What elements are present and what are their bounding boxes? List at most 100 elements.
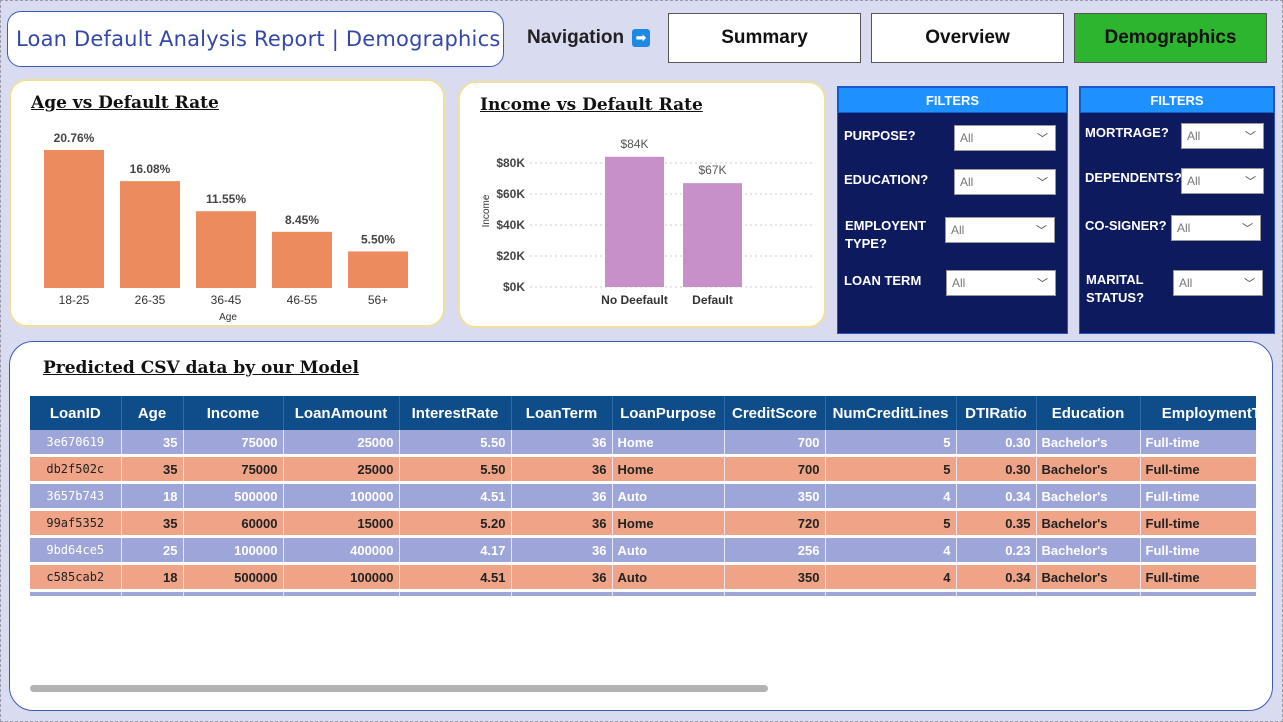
table-cell: 5.20 (399, 511, 512, 535)
table-row[interactable]: c585cab2 18 500000 100000 4.51 36 Auto 350 4 0.34… (30, 565, 1256, 589)
filters-panel-right: FILTERS MORTRAGE? All ﹀ DEPENDENTS? All ﹀ … (1079, 86, 1275, 334)
table-cell: 700 (724, 457, 826, 481)
table-row[interactable]: 99af5352 35 60000 15000 5.20 36 Home 720 5 0.35 Ba… (30, 511, 1256, 535)
age-bar-data-label: 11.55% (206, 192, 246, 206)
income-y-tick-label: $0K (503, 280, 525, 294)
age-bar-36-45 (196, 211, 256, 288)
demographics-nav-button[interactable]: Demographics (1074, 13, 1267, 63)
table-cell: 720 (724, 511, 826, 535)
mortgage-dropdown[interactable]: All ﹀ (1181, 123, 1264, 149)
predicted-data-table: LoanID Age Income LoanAmount InterestRate Loa… (30, 396, 1256, 596)
summary-nav-button[interactable]: Summary (668, 13, 861, 63)
table-cell: 5 (825, 430, 957, 454)
chevron-down-icon: ﹀ (1245, 176, 1256, 188)
chevron-down-icon: ﹀ (1037, 133, 1048, 145)
table-cell: 18 (121, 592, 184, 596)
chevron-down-icon: ﹀ (1036, 225, 1047, 237)
column-header[interactable]: Education (1036, 396, 1141, 430)
employment-type-dropdown[interactable]: All ﹀ (945, 217, 1055, 243)
table-viewport[interactable]: LoanID Age Income LoanAmount InterestRate Loa… (30, 396, 1256, 596)
chevron-down-icon: ﹀ (1037, 278, 1048, 290)
filter-label-mortgage: MORTRAGE? (1085, 125, 1169, 140)
purpose-dropdown[interactable]: All ﹀ (954, 125, 1056, 151)
table-cell: 0.30 (956, 430, 1037, 454)
filter-label-purpose: PURPOSE? (844, 128, 916, 143)
column-header[interactable]: EmploymentTy (1140, 396, 1256, 430)
filters-header-right: FILTERS (1080, 87, 1274, 113)
column-header[interactable]: LoanAmount (283, 396, 400, 430)
income-y-tick-label: $20K (496, 249, 525, 263)
age-bar-data-label: 8.45% (285, 213, 319, 227)
co-signer-dropdown[interactable]: All ﹀ (1171, 215, 1261, 241)
column-header[interactable]: DTIRatio (956, 396, 1037, 430)
table-cell: c585cab2 (30, 565, 122, 589)
table-cell: 18 (121, 484, 184, 508)
income-y-axis-label: Income (481, 194, 492, 227)
table-cell: 350 (724, 592, 826, 596)
education-dropdown[interactable]: All ﹀ (954, 169, 1056, 195)
age-tick-label: 18-25 (59, 293, 90, 307)
overview-nav-button[interactable]: Overview (871, 13, 1064, 63)
table-row[interactable]: db2f502c 35 75000 25000 5.50 36 Home 700 5 0.30 Ba… (30, 457, 1256, 481)
table-row[interactable]: 9bd64ce5 25 100000 400000 4.17 36 Auto 256 4 0.23… (30, 538, 1256, 562)
column-header[interactable]: LoanTerm (511, 396, 613, 430)
table-cell: 4.51 (399, 484, 512, 508)
column-header[interactable]: NumCreditLines (825, 396, 957, 430)
column-header[interactable]: Income (183, 396, 284, 430)
table-cell: 5 (825, 457, 957, 481)
page-title: Loan Default Analysis Report | Demograph… (16, 27, 501, 51)
table-cell: 500000 (183, 565, 284, 589)
table-cell: Home (612, 430, 725, 454)
co-signer-dropdown-value: All (1177, 221, 1191, 235)
table-cell: 5.50 (399, 430, 512, 454)
table-cell: 500000 (183, 484, 284, 508)
education-dropdown-value: All (960, 175, 974, 189)
table-cell: e676a276 (30, 592, 122, 596)
table-cell: Bachelor's (1036, 565, 1141, 589)
horizontal-scrollbar[interactable] (30, 685, 768, 692)
chevron-down-icon: ﹀ (1242, 223, 1253, 235)
filter-label-marital-status: MARITAL STATUS? (1086, 272, 1145, 305)
column-header[interactable]: LoanPurpose (612, 396, 725, 430)
age-x-axis-label: Age (219, 312, 237, 323)
table-cell: Full-time (1140, 592, 1256, 596)
filter-label-loan-term: LOAN TERM (844, 273, 922, 288)
table-cell: 35 (121, 430, 184, 454)
column-header[interactable]: Age (121, 396, 184, 430)
table-cell: 36 (511, 457, 613, 481)
dependents-dropdown[interactable]: All ﹀ (1181, 168, 1264, 194)
table-cell: 99af5352 (30, 511, 122, 535)
table-row[interactable]: 3657b743 18 500000 100000 4.51 36 Auto 350 4 0.34… (30, 484, 1256, 508)
column-header[interactable]: LoanID (30, 396, 122, 430)
chevron-down-icon: ﹀ (1037, 177, 1048, 189)
age-bar-56+ (348, 251, 408, 288)
income-bar-no-default (605, 156, 664, 287)
table-row[interactable]: 3e670619 35 75000 25000 5.50 36 Home 700 5 0.30 Ba… (30, 430, 1256, 454)
table-cell: Full-time (1140, 565, 1256, 589)
table-cell: 0.34 (956, 565, 1037, 589)
navigation-label-group: Navigation ➡ (527, 27, 651, 49)
filter-label-co-signer: CO-SIGNER? (1085, 218, 1167, 233)
column-header[interactable]: InterestRate (399, 396, 512, 430)
table-cell: Auto (612, 484, 725, 508)
loan-term-dropdown[interactable]: All ﹀ (946, 270, 1056, 296)
table-cell: Full-time (1140, 484, 1256, 508)
marital-status-dropdown[interactable]: All ﹀ (1173, 270, 1263, 296)
table-cell: 36 (511, 484, 613, 508)
report-title-box: Loan Default Analysis Report | Demograph… (7, 11, 504, 67)
table-cell: 35 (121, 457, 184, 481)
filter-label-employment-type: EMPLOYENT TYPE? (845, 218, 926, 251)
table-cell: 36 (511, 511, 613, 535)
table-cell: 18 (121, 565, 184, 589)
table-cell: 3e670619 (30, 430, 122, 454)
table-cell: 36 (511, 592, 613, 596)
right-arrow-icon: ➡ (632, 29, 651, 47)
table-row[interactable]: e676a276185000001000004.5136Auto35040.34… (30, 592, 1256, 596)
column-header[interactable]: CreditScore (724, 396, 826, 430)
table-cell: 4.17 (399, 538, 512, 562)
table-cell: Bachelor's (1036, 484, 1141, 508)
table-cell: 4 (825, 565, 957, 589)
table-cell: 400000 (283, 538, 400, 562)
table-cell: Full-time (1140, 430, 1256, 454)
table-cell: 4.51 (399, 565, 512, 589)
